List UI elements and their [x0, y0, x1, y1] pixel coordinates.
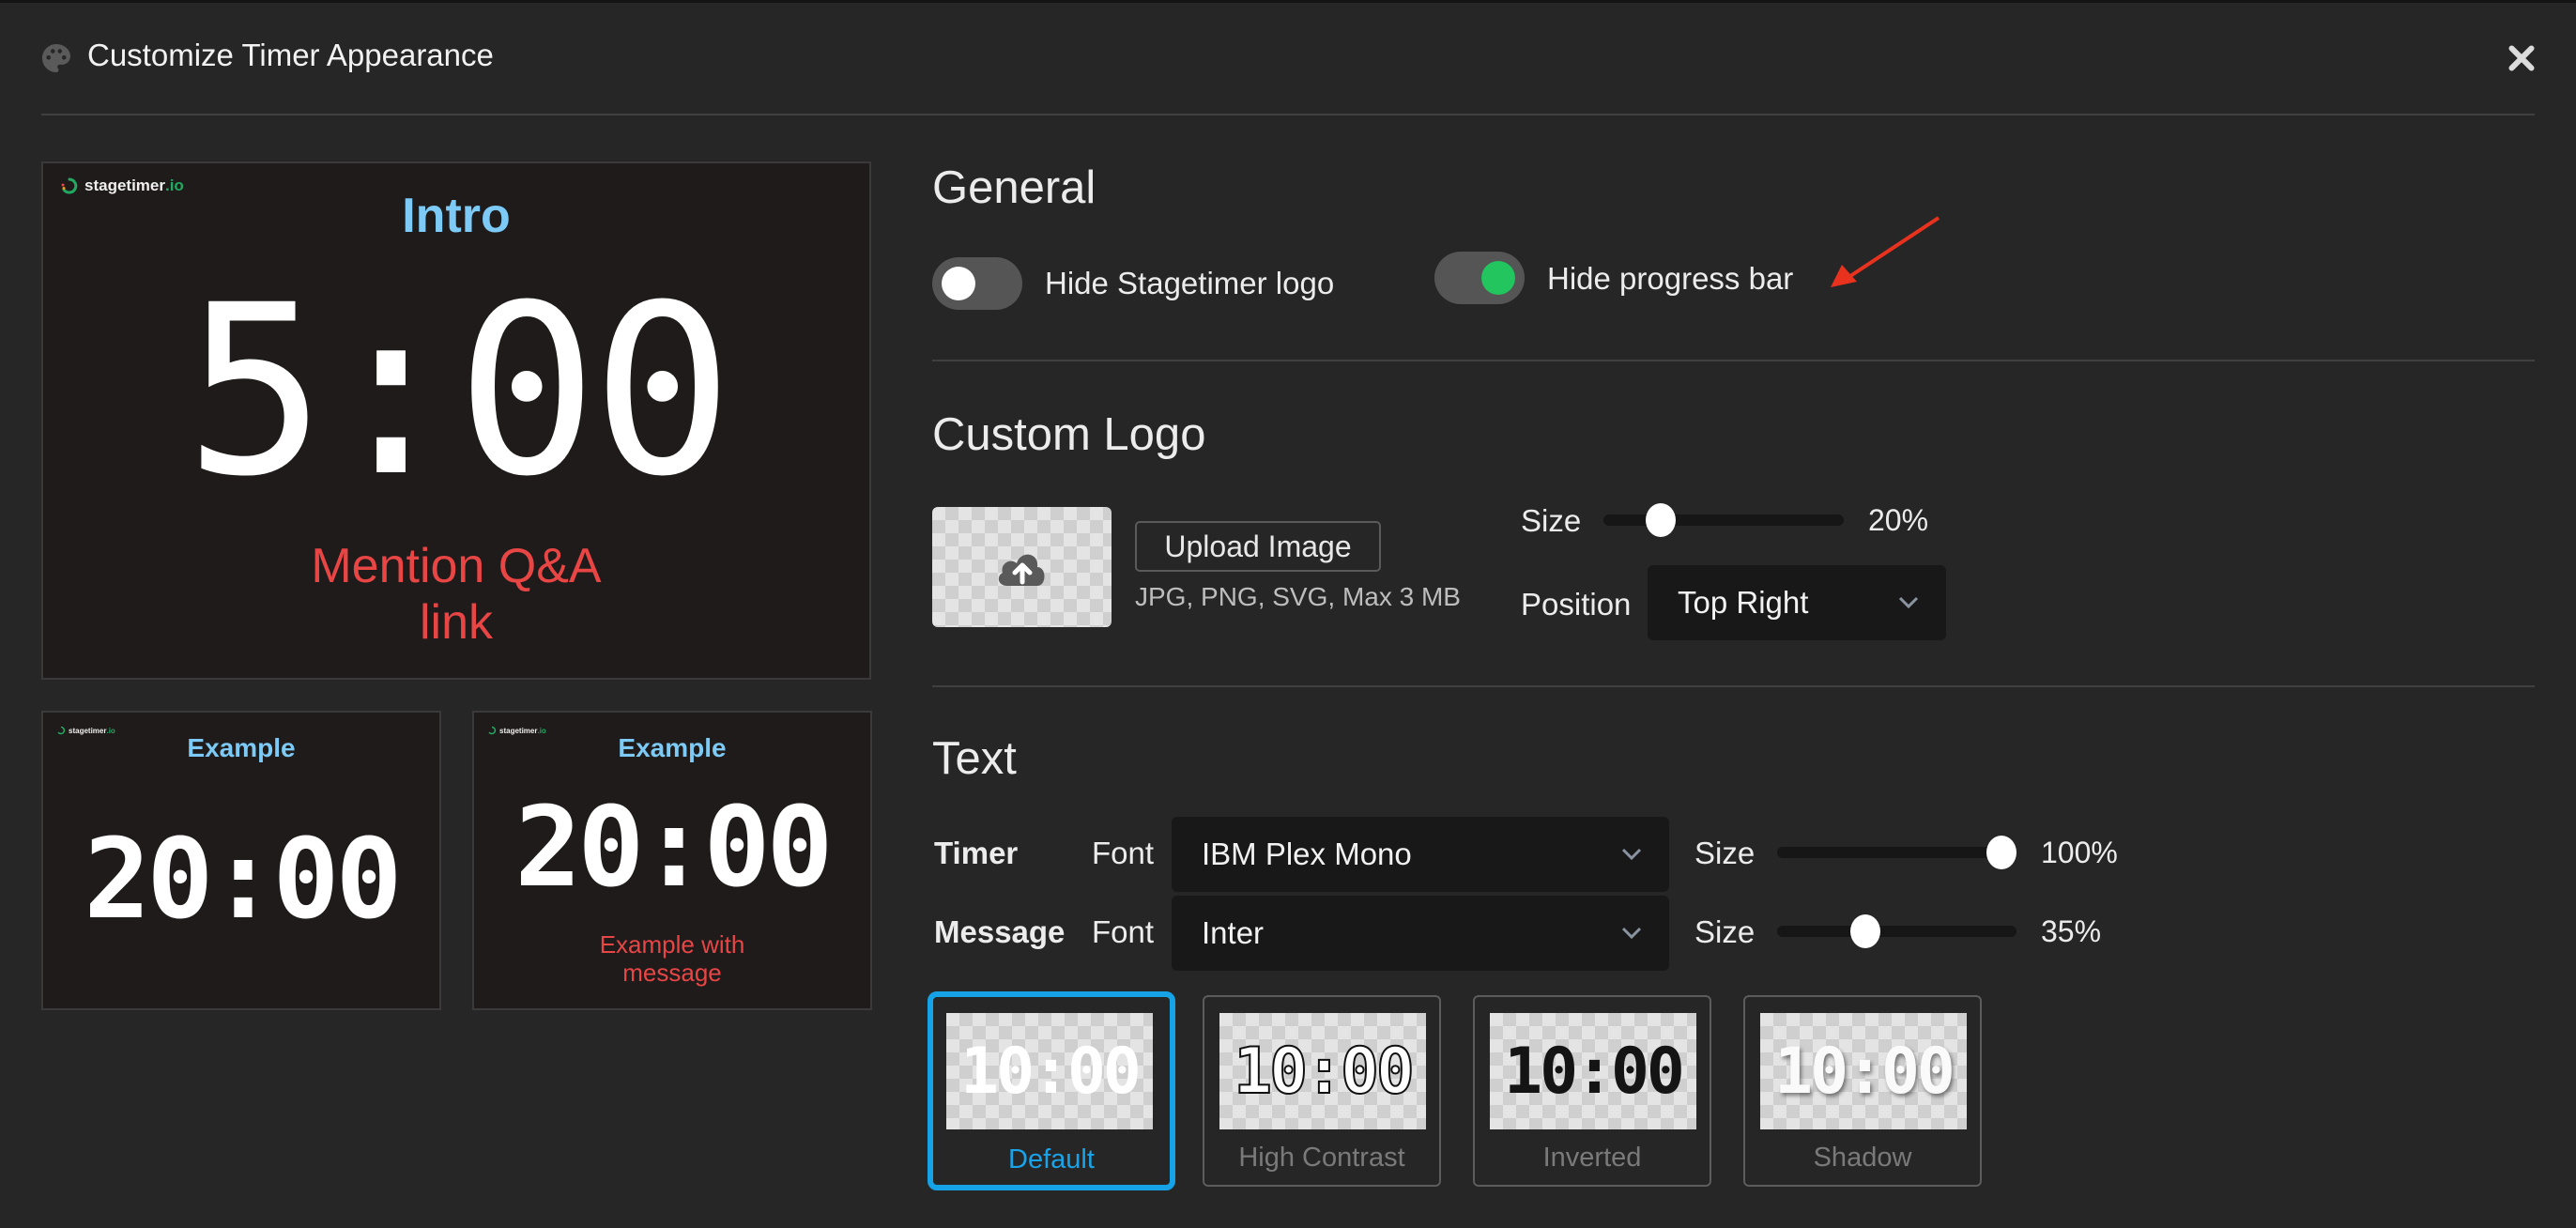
- preset-sample: 10:00: [960, 1034, 1142, 1109]
- palette-icon: [42, 44, 70, 72]
- preview-message-line1: Example with: [599, 930, 745, 959]
- preview-title: Example: [618, 733, 727, 762]
- preset-thumbnail: 10:00: [1219, 1013, 1426, 1129]
- example-preview-timer-only: stagetimer .io Example 20:00: [41, 711, 441, 1010]
- preview-message-line1: Mention Q&A: [311, 539, 602, 593]
- preview-message: Mention Q&A link: [43, 539, 869, 652]
- preset-default[interactable]: 10:00 Default: [928, 991, 1175, 1190]
- preview-message-line2: link: [419, 594, 494, 650]
- preset-sample: 10:00: [1504, 1034, 1685, 1109]
- preset-inverted[interactable]: 10:00 Inverted: [1473, 995, 1711, 1187]
- main-timer-preview: stagetimer .io Intro 5:00 Mention Q&A lin…: [41, 161, 871, 680]
- preset-label: Default: [1008, 1144, 1095, 1174]
- preview-message-line2: message: [622, 958, 722, 987]
- preview-timer: 20:00: [514, 782, 833, 912]
- example-preview-with-message: stagetimer .io Example 20:00 Example with…: [472, 711, 872, 1010]
- preview-title: Example: [187, 733, 296, 762]
- dialog-title: Customize Timer Appearance: [87, 38, 494, 72]
- preset-sample: 10:00: [1774, 1034, 1955, 1109]
- preview-timer: 5:00: [184, 254, 733, 528]
- preview-timer: 20:00: [84, 814, 402, 944]
- preset-sample: 10:00: [1233, 1034, 1416, 1110]
- style-presets: 10:00 Default 10:00 High Contrast 10:00 …: [928, 0, 2054, 1228]
- preset-shadow[interactable]: 10:00 Shadow: [1743, 995, 1982, 1187]
- preset-label: Shadow: [1813, 1143, 1912, 1173]
- preset-thumbnail: 10:00: [1490, 1013, 1696, 1129]
- preset-label: Inverted: [1542, 1143, 1642, 1173]
- preview-message: Example with message: [474, 930, 870, 988]
- preset-thumbnail: 10:00: [946, 1013, 1153, 1129]
- preset-label: High Contrast: [1238, 1143, 1405, 1173]
- preset-thumbnail: 10:00: [1760, 1013, 1967, 1129]
- preview-title: Intro: [402, 189, 511, 243]
- preset-high-contrast[interactable]: 10:00 High Contrast: [1203, 995, 1441, 1187]
- close-icon[interactable]: [2505, 41, 2538, 75]
